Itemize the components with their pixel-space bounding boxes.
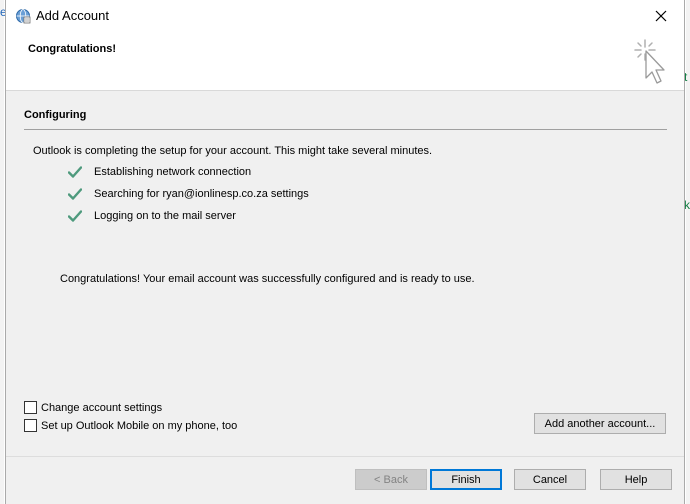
outlook-mobile-checkbox[interactable]: Set up Outlook Mobile on my phone, too (24, 418, 237, 433)
checkbox-label[interactable]: Set up Outlook Mobile on my phone, too (41, 420, 237, 432)
outlook-account-icon (16, 9, 31, 24)
back-button[interactable]: < Back (355, 469, 427, 490)
section-title: Configuring (24, 109, 87, 121)
footer-divider (6, 456, 684, 457)
finish-button[interactable]: Finish (430, 469, 502, 490)
close-button[interactable] (638, 0, 684, 32)
setup-step: Logging on to the mail server (68, 208, 236, 224)
check-icon (68, 188, 82, 200)
check-icon (68, 210, 82, 222)
header-title: Congratulations! (28, 43, 116, 55)
setup-step-label: Logging on to the mail server (94, 210, 236, 222)
cancel-button[interactable]: Cancel (514, 469, 586, 490)
help-button[interactable]: Help (600, 469, 672, 490)
cursor-sparkle-icon (634, 39, 665, 84)
check-icon (68, 166, 82, 178)
setup-step-label: Establishing network connection (94, 166, 252, 178)
setup-step: Establishing network connection (68, 164, 251, 180)
section-divider (24, 129, 667, 130)
checkbox-label[interactable]: Change account settings (41, 402, 162, 414)
success-message: Congratulations! Your email account was … (60, 273, 475, 285)
window-title: Add Account (36, 8, 109, 23)
setup-step-label: Searching for ryan@ionlinesp.co.za setti… (94, 188, 309, 200)
add-account-dialog: Add Account Congratulations! Configuring (5, 0, 685, 504)
setup-intro-text: Outlook is completing the setup for your… (33, 145, 433, 157)
dialog-header: Congratulations! (6, 32, 684, 91)
add-another-account-button[interactable]: Add another account... (534, 413, 666, 434)
change-account-settings-checkbox[interactable]: Change account settings (24, 400, 162, 415)
close-icon (655, 10, 667, 22)
background-edge-left (0, 0, 4, 504)
checkbox-box[interactable] (24, 419, 37, 432)
setup-step: Searching for ryan@ionlinesp.co.za setti… (68, 186, 309, 202)
checkbox-box[interactable] (24, 401, 37, 414)
title-bar: Add Account (6, 0, 684, 32)
